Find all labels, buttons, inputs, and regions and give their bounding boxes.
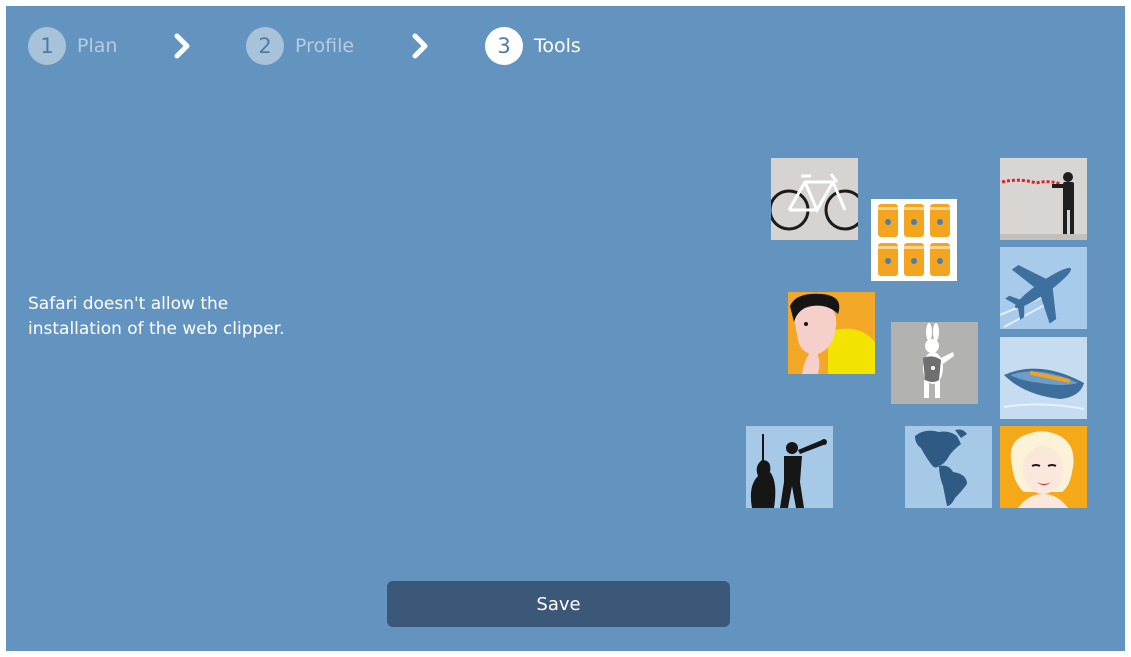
step-tools[interactable]: 3 Tools [485,27,581,65]
soldier-icon [1000,158,1087,240]
save-button[interactable]: Save [387,581,730,627]
wizard-stepper: 1 Plan 2 Profile 3 Tools [6,6,1125,86]
safari-unsupported-message: Safari doesn't allow the installation of… [28,292,388,342]
woman-portrait-icon [788,292,875,374]
message-line: Safari doesn't allow the [28,294,229,314]
soup-cans-icon [871,199,957,281]
americas-map-icon [905,426,992,508]
step-profile[interactable]: 2 Profile [246,27,354,65]
rowboat-icon [1000,337,1087,419]
airplane-icon [1000,247,1087,329]
chevron-right-icon [174,33,192,59]
jazz-musicians-icon [746,426,833,508]
step-plan[interactable]: 1 Plan [28,27,117,65]
tools-step-panel: 1 Plan 2 Profile 3 Tools Safari doesn't … [6,6,1125,651]
step-number: 1 [28,27,66,65]
step-number: 3 [485,27,523,65]
step-number: 2 [246,27,284,65]
message-line: installation of the web clipper. [28,319,285,339]
step-label: Plan [77,35,118,57]
chevron-right-icon [412,33,430,59]
marilyn-portrait-icon [1000,426,1087,508]
bicycle-icon [771,158,858,240]
step-label: Tools [534,35,581,57]
white-rabbit-icon [891,322,978,404]
step-label: Profile [295,35,355,57]
